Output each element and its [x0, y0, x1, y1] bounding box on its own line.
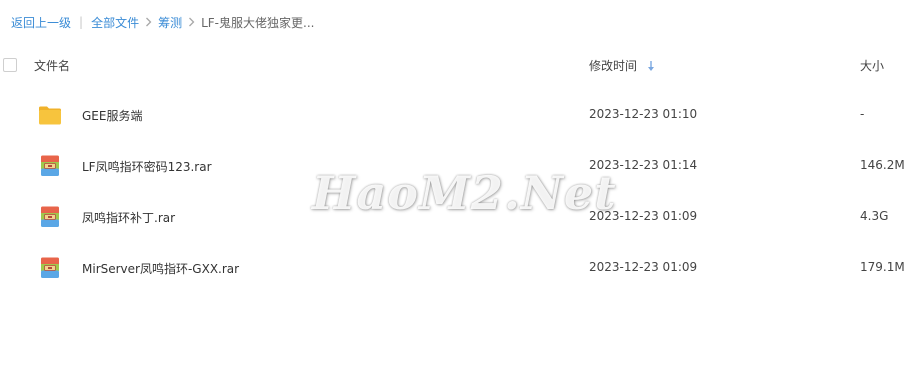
- breadcrumb-all-files[interactable]: 全部文件: [91, 14, 139, 31]
- column-header-modified[interactable]: 修改时间: [589, 57, 655, 74]
- column-header-name[interactable]: 文件名: [34, 57, 70, 74]
- rar-archive-icon: [38, 154, 62, 178]
- file-browser: 返回上一级 | 全部文件 筹测 LF-鬼服大佬独家更... 文件名 修改时间 大…: [0, 0, 918, 373]
- column-header-size[interactable]: 大小: [860, 57, 884, 74]
- file-size: 4.3G: [860, 209, 889, 223]
- rar-archive-icon: [38, 256, 62, 280]
- file-modified: 2023-12-23 01:10: [589, 107, 698, 121]
- file-modified: 2023-12-23 01:09: [589, 209, 698, 223]
- select-all-checkbox[interactable]: [3, 58, 17, 72]
- file-size: 179.1M: [860, 260, 905, 274]
- table-row[interactable]: GEE服务端 2023-12-23 01:10 -: [0, 90, 918, 140]
- file-modified: 2023-12-23 01:09: [589, 260, 698, 274]
- file-size: -: [860, 107, 865, 121]
- breadcrumb-divider: |: [79, 15, 84, 29]
- back-link[interactable]: 返回上一级: [11, 14, 71, 31]
- breadcrumb: 返回上一级 | 全部文件 筹测 LF-鬼服大佬独家更...: [11, 13, 314, 31]
- column-header-modified-label: 修改时间: [589, 59, 638, 73]
- sort-down-arrow-icon[interactable]: [647, 60, 655, 72]
- file-size: 146.2M: [860, 158, 905, 172]
- rar-archive-icon: [38, 205, 62, 229]
- file-modified: 2023-12-23 01:14: [589, 158, 698, 172]
- breadcrumb-current: LF-鬼服大佬独家更...: [201, 15, 315, 30]
- chevron-right-icon: [188, 17, 195, 27]
- table-row[interactable]: LF凤鸣指环密码123.rar 2023-12-23 01:14 146.2M: [0, 141, 918, 191]
- file-name[interactable]: GEE服务端: [82, 107, 142, 124]
- table-row[interactable]: MirServer凤鸣指环-GXX.rar 2023-12-23 01:09 1…: [0, 243, 918, 293]
- file-name[interactable]: LF凤鸣指环密码123.rar: [82, 158, 212, 175]
- file-name[interactable]: 凤鸣指环补丁.rar: [82, 209, 175, 226]
- breadcrumb-folder[interactable]: 筹测: [158, 14, 182, 31]
- chevron-right-icon: [145, 17, 152, 27]
- folder-icon: [38, 103, 62, 127]
- table-row[interactable]: 凤鸣指环补丁.rar 2023-12-23 01:09 4.3G: [0, 192, 918, 242]
- file-name[interactable]: MirServer凤鸣指环-GXX.rar: [82, 260, 239, 277]
- table-header: 文件名 修改时间 大小: [0, 52, 918, 80]
